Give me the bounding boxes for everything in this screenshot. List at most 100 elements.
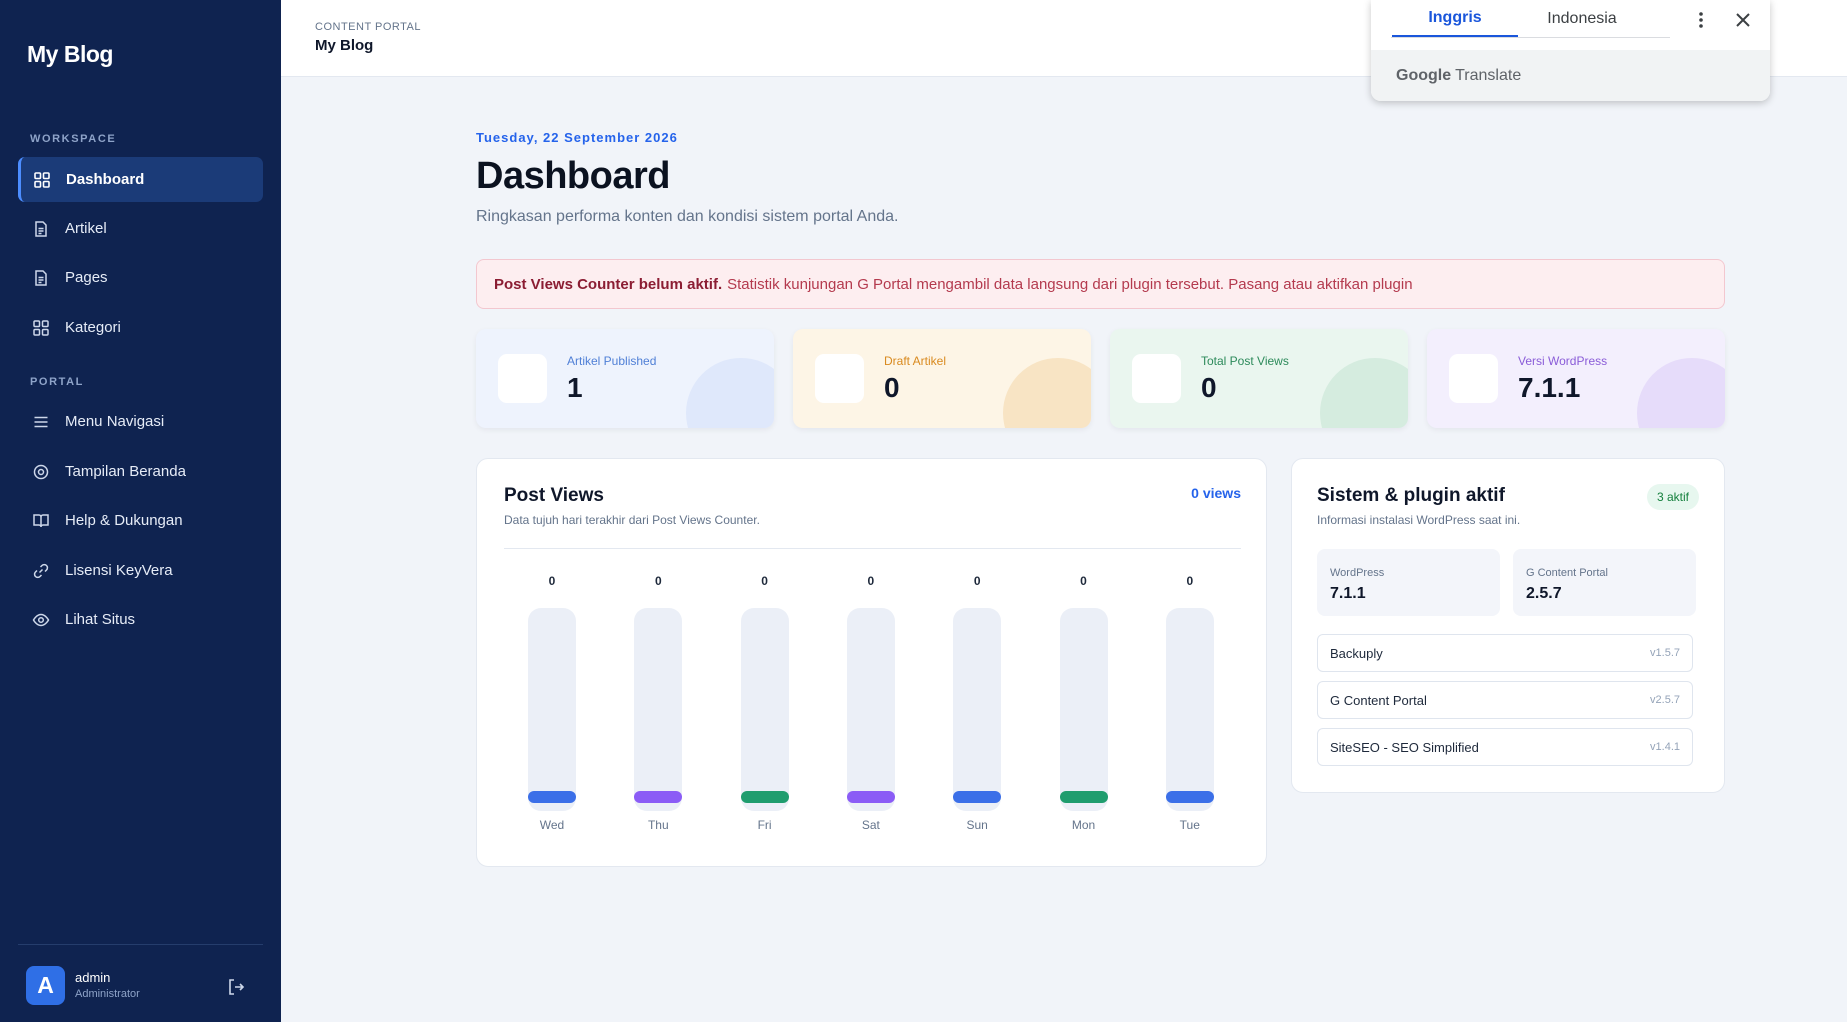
tab-indonesia[interactable]: Indonesia [1519, 0, 1645, 38]
plugin-name: Backuply [1330, 645, 1383, 661]
section-label-portal: PORTAL [30, 376, 85, 388]
sidebar-item-label: Artikel [65, 220, 107, 237]
stat-icon-box [1132, 354, 1181, 403]
user-name: admin [75, 970, 111, 985]
page-description: Ringkasan performa konten dan kondisi si… [476, 208, 899, 225]
info-value: 7.1.1 [1330, 585, 1366, 602]
stat-card-published: Artikel Published 1 [476, 329, 774, 428]
sidebar-item-label: Lihat Situs [65, 611, 136, 628]
stat-value: 0 [1201, 372, 1217, 403]
bar-track [634, 608, 683, 811]
bar-fill [1059, 791, 1108, 803]
bar-value-label: 0 [761, 574, 768, 588]
bar-track [1059, 608, 1108, 811]
sidebar-item-kategori[interactable]: Kategori [18, 305, 263, 350]
stat-decoration [1003, 358, 1091, 428]
plugin-version: v2.5.7 [1650, 694, 1680, 706]
bar-track [846, 608, 895, 811]
sidebar-divider [18, 944, 263, 945]
tab-underline [1391, 37, 1670, 38]
page-title: Dashboard [476, 155, 670, 197]
bar-value-label: 0 [867, 574, 875, 588]
plugin-row: SiteSEO - SEO Simplified v1.4.1 [1317, 728, 1693, 766]
bar-day-label: Fri [757, 818, 772, 832]
current-date: Tuesday, 22 September 2026 [476, 130, 678, 145]
post-views-title: Post Views [504, 485, 604, 506]
sidebar-item-label: Tampilan Beranda [65, 463, 186, 480]
sidebar-item-artikel[interactable]: Artikel [18, 206, 263, 251]
bar-day-label: Sat [861, 818, 880, 832]
stat-label: Draft Artikel [884, 354, 947, 368]
info-content-portal: G Content Portal 2.5.7 [1513, 549, 1696, 616]
stat-icon-box [498, 354, 547, 403]
stat-label: Versi WordPress [1518, 354, 1608, 368]
plugin-alert: Post Views Counter belum aktif. Statisti… [476, 259, 1725, 309]
sidebar-item-help[interactable]: Help & Dukungan [18, 498, 263, 543]
sidebar-item-menu-navigasi[interactable]: Menu Navigasi [18, 399, 263, 444]
bar-fill [634, 791, 683, 803]
book-icon [33, 513, 49, 527]
system-title: Sistem & plugin aktif [1317, 485, 1505, 506]
sidebar-item-lisensi[interactable]: Lisensi KeyVera [18, 548, 263, 593]
bar-track [1165, 608, 1214, 811]
bar-day-label: Tue [1179, 818, 1200, 832]
sidebar-item-tampilan-beranda[interactable]: Tampilan Beranda [18, 449, 263, 494]
bar-day-label: Mon [1071, 818, 1096, 832]
bar-fill [740, 791, 789, 803]
post-views-subtitle: Data tujuh hari terakhir dari Post Views… [504, 513, 760, 527]
document-icon [35, 220, 47, 237]
topbar-title: My Blog [315, 37, 374, 54]
bar-fill [528, 791, 576, 803]
system-subtitle: Informasi instalasi WordPress saat ini. [1317, 513, 1521, 527]
more-options-icon[interactable] [1689, 8, 1713, 32]
menu-icon [34, 416, 48, 427]
bar-day-label: Thu [647, 818, 669, 832]
system-card: Sistem & plugin aktif Informasi instalas… [1291, 458, 1725, 793]
logout-icon[interactable] [226, 977, 246, 997]
bar-value-label: 0 [1186, 574, 1194, 588]
sidebar-item-lihat-situs[interactable]: Lihat Situs [18, 597, 263, 642]
brand-logo[interactable]: My Blog [27, 41, 113, 68]
eye-icon [32, 613, 50, 626]
grid-icon [33, 319, 49, 336]
close-icon[interactable] [1731, 8, 1755, 32]
avatar[interactable]: A [26, 966, 65, 1005]
stat-decoration [1320, 358, 1408, 428]
alert-text: Statistik kunjungan G Portal mengambil d… [727, 275, 1413, 293]
sidebar-item-label: Menu Navigasi [65, 413, 165, 430]
bar-fill [1165, 791, 1214, 803]
status-badge: 3 aktif [1646, 484, 1699, 510]
stat-card-wordpress: Versi WordPress 7.1.1 [1427, 329, 1725, 428]
info-wordpress: WordPress 7.1.1 [1317, 549, 1500, 616]
bar-fill [846, 791, 895, 803]
divider [504, 548, 1241, 549]
bar-value-label: 0 [548, 574, 556, 588]
post-views-total[interactable]: 0 views [1191, 485, 1241, 501]
stat-icon-box [815, 354, 864, 403]
bar-value-label: 0 [1080, 574, 1087, 588]
settings-icon [33, 464, 49, 479]
grid-icon [34, 171, 50, 188]
bar-day-label: Wed [539, 818, 565, 832]
topbar-subtitle: CONTENT PORTAL [315, 21, 422, 33]
sidebar-item-label: Pages [65, 269, 108, 286]
plugin-row: G Content Portal v2.5.7 [1317, 681, 1693, 719]
sidebar-item-dashboard[interactable]: Dashboard [18, 157, 263, 202]
stat-icon-box [1449, 354, 1498, 403]
google-translate-branding: Google Translate [1371, 50, 1770, 101]
tab-inggris[interactable]: Inggris [1392, 0, 1518, 38]
google-logo: Google [1396, 66, 1452, 84]
sidebar: My Blog WORKSPACE Dashboard Artikel Page… [0, 0, 281, 1022]
section-label-workspace: WORKSPACE [30, 133, 117, 145]
bar-track [740, 608, 789, 811]
sidebar-item-pages[interactable]: Pages [18, 255, 263, 300]
info-value: 2.5.7 [1526, 585, 1562, 602]
stat-value: 1 [567, 372, 583, 403]
user-role: Administrator [75, 988, 140, 1000]
plugin-version: v1.5.7 [1650, 647, 1680, 659]
link-icon [33, 563, 49, 578]
stat-value: 0 [884, 372, 900, 403]
plugin-name: SiteSEO - SEO Simplified [1330, 739, 1479, 755]
bar-value-label: 0 [973, 574, 981, 588]
stat-label: Artikel Published [567, 354, 657, 368]
